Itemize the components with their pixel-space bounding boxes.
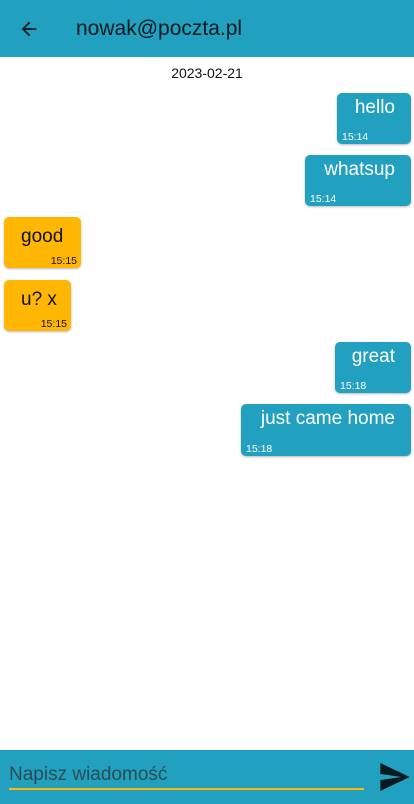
message-list[interactable]: 2023-02-21 hello 15:14 whatsup 15:14 goo… [0,0,414,750]
chat-screen: nowak@poczta.pl 2023-02-21 hello 15:14 w… [0,0,414,804]
message-bubble-outgoing[interactable]: just came home 15:18 [241,404,411,456]
date-separator: 2023-02-21 [171,65,243,81]
message-bubble-outgoing[interactable]: hello 15:14 [337,93,411,144]
message-text: whatsup [324,159,395,180]
message-text: u? x [21,289,57,310]
message-time: 15:14 [310,193,337,205]
send-icon [380,763,410,791]
send-button[interactable] [378,762,412,792]
message-time: 15:15 [50,255,77,267]
message-time: 15:18 [340,380,367,392]
message-input[interactable] [9,762,364,790]
message-bubble-incoming[interactable]: good 15:15 [4,217,81,268]
message-time: 15:14 [342,131,369,143]
message-bubble-outgoing[interactable]: whatsup 15:14 [305,155,411,206]
message-text: good [21,226,64,247]
composer-bar [0,750,414,804]
message-text: hello [354,97,395,118]
message-text: great [351,346,395,367]
message-bubble-outgoing[interactable]: great 15:18 [335,342,411,393]
message-time: 15:18 [246,443,273,455]
message-time: 15:15 [40,318,67,330]
message-bubble-incoming[interactable]: u? x 15:15 [4,280,71,331]
message-text: just came home [260,408,395,429]
